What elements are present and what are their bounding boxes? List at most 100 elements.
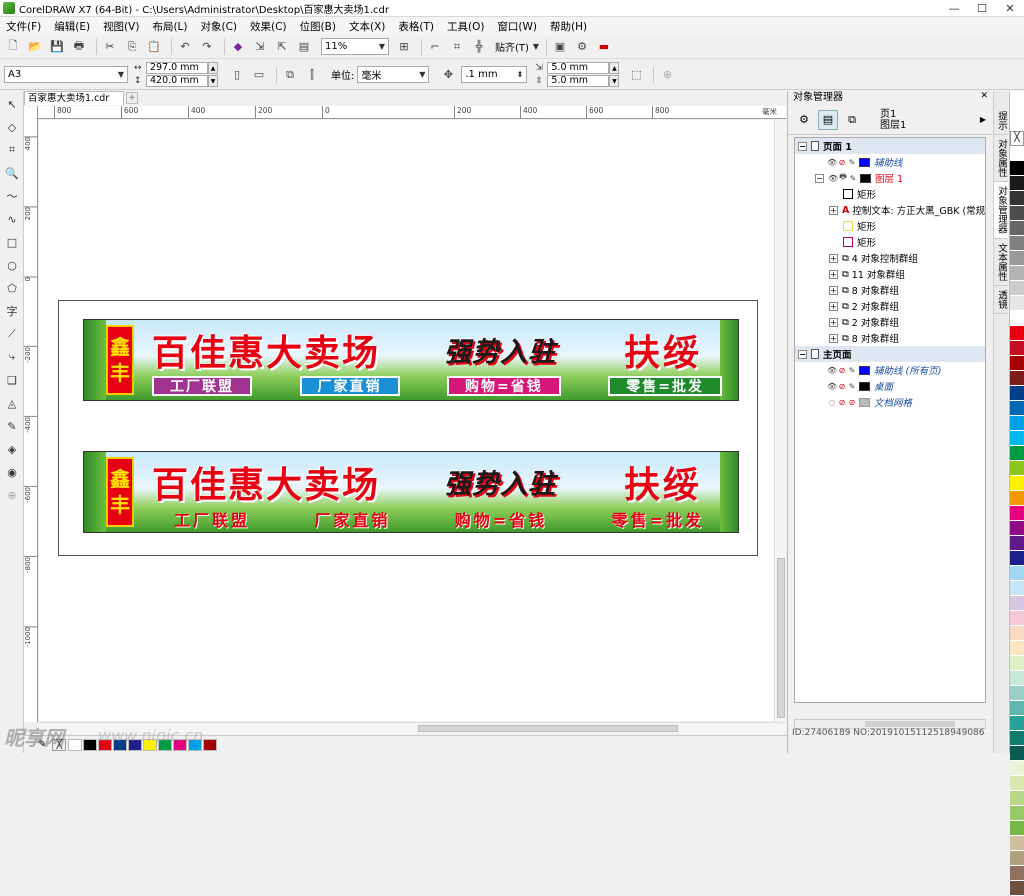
page-height-field[interactable]: 420.0 mm [146,75,208,87]
palette-color-swatch[interactable] [1010,836,1024,851]
tab-text-properties[interactable]: 文本属性 [994,239,1008,286]
palette-color-swatch[interactable] [1010,236,1024,251]
menu-table[interactable]: 表格(T) [398,19,434,34]
menu-edit[interactable]: 编辑(E) [54,19,90,34]
banner-design-1[interactable]: 鑫 丰 百佳惠大卖场 强势入驻 扶绥 工厂联盟 厂家直销 购物=省钱 零售=批发 [83,319,739,401]
paste-icon[interactable]: 📋 [145,38,163,56]
treat-as-filled-icon[interactable]: ⬚ [627,66,645,84]
portrait-icon[interactable]: ▯ [228,66,246,84]
menu-layout[interactable]: 布局(L) [152,19,187,34]
docker-close-icon[interactable]: ✕ [980,91,988,101]
close-button[interactable]: ✕ [996,0,1024,16]
pencil-icon[interactable]: ✎ [847,158,857,167]
no-color-swatch[interactable]: ╳ [1010,131,1024,146]
new-tab-button[interactable]: + [126,92,138,104]
palette-color-swatch[interactable] [1010,686,1024,701]
palette-color-swatch[interactable] [1010,641,1024,656]
page-size-select[interactable]: A3 ▼ [4,66,128,83]
scrollbar-thumb[interactable] [777,558,785,718]
palette-color-swatch[interactable] [1010,176,1024,191]
options-icon[interactable]: ⚙ [573,38,591,56]
palette-color-swatch[interactable] [1010,341,1024,356]
tree-group-6[interactable]: + ⧉ 8 对象群组 [795,330,985,346]
palette-color-swatch[interactable] [1010,611,1024,626]
pencil-icon[interactable]: ✎ [847,382,857,391]
landscape-icon[interactable]: ▭ [250,66,268,84]
duplicate-x-field[interactable]: 5.0 mm [547,62,610,74]
palette-color-swatch[interactable] [1010,866,1024,881]
palette-color-swatch[interactable] [1010,701,1024,716]
page-width-field[interactable]: 297.0 mm [146,62,208,74]
print-disabled-icon[interactable]: ⊘ [837,366,847,375]
menu-text[interactable]: 文本(X) [349,19,385,34]
tree-group-2[interactable]: + ⧉ 11 对象群组 [795,266,985,282]
menu-view[interactable]: 视图(V) [103,19,139,34]
tree-layer-1[interactable]: − 👁 🖶 ✎ 图层 1 [795,170,985,186]
palette-color-swatch[interactable] [1010,431,1024,446]
palette-color-swatch[interactable] [1010,731,1024,746]
interactive-fill-icon[interactable]: ◈ [2,439,22,459]
palette-color-swatch[interactable] [1010,191,1024,206]
tree-group-4[interactable]: + ⧉ 2 对象群组 [795,298,985,314]
docker-menu-icon[interactable]: ▶ [980,115,986,124]
dup-y-spinner[interactable]: ▼ [609,75,620,87]
all-pages-icon[interactable]: ⧉ [281,66,299,84]
drop-shadow-icon[interactable]: ❏ [2,370,22,390]
tree-master-page[interactable]: − 主页面 [795,346,985,362]
printer-icon[interactable]: 🖶 [838,171,848,185]
edit-across-layers-icon[interactable]: ⧉ [842,110,862,130]
import-icon[interactable]: ⇲ [251,38,269,56]
tab-hints[interactable]: 提示 [994,107,1008,135]
palette-color-swatch[interactable] [1010,311,1024,326]
nudge-distance-field[interactable]: .1 mm ⬍ [461,66,528,83]
palette-color-swatch[interactable] [1010,551,1024,566]
palette-color-swatch[interactable] [1010,566,1024,581]
menu-bitmaps[interactable]: 位图(B) [300,19,336,34]
menu-effects[interactable]: 效果(C) [250,19,287,34]
zoom-level-select[interactable]: 11% ▼ [321,38,389,55]
palette-color-swatch[interactable] [1010,161,1024,176]
add-icon[interactable]: ⊕ [658,66,676,84]
palette-color-swatch[interactable] [1010,671,1024,686]
expand-icon[interactable]: + [829,269,838,279]
add-tool-icon[interactable]: ⊕ [2,485,22,505]
print-disabled-icon[interactable]: ⊘ [837,158,847,167]
polygon-tool-icon[interactable]: ⬠ [2,278,22,298]
publish-pdf-icon[interactable]: ▤ [295,38,313,56]
transparency-tool-icon[interactable]: ◬ [2,393,22,413]
connector-tool-icon[interactable]: ⤷ [2,347,22,367]
palette-color-swatch[interactable] [1010,791,1024,806]
tab-lens[interactable]: 透镜 [994,286,1008,314]
palette-color-swatch[interactable] [1010,296,1024,311]
palette-color-swatch[interactable] [1010,146,1024,161]
palette-color-swatch[interactable] [1010,281,1024,296]
palette-color-swatch[interactable] [1010,596,1024,611]
menu-tools[interactable]: 工具(O) [447,19,484,34]
palette-color-swatch[interactable] [1010,581,1024,596]
layer-manager-view-icon[interactable]: ▤ [818,109,838,130]
palette-color-swatch[interactable] [1010,416,1024,431]
search-content-icon[interactable]: ◆ [229,38,247,56]
duplicate-y-field[interactable]: 5.0 mm [547,75,610,87]
eye-icon[interactable]: 👁 [828,174,838,183]
tree-control-text[interactable]: + A 控制文本: 方正大黑_GBK (常规 [795,202,985,218]
tree-guides-layer[interactable]: 👁 ⊘ ✎ 辅助线 [795,154,985,170]
menu-window[interactable]: 窗口(W) [497,19,537,34]
palette-color-swatch[interactable] [1010,746,1024,761]
tree-master-desktop[interactable]: 👁 ⊘ ✎ 桌面 [795,378,985,394]
palette-color-swatch[interactable] [1010,491,1024,506]
collapse-icon[interactable]: − [798,349,807,359]
show-grid-icon[interactable]: ⌗ [448,38,466,56]
welcome-screen-icon[interactable]: ▣ [551,38,569,56]
palette-color-swatch[interactable] [1010,761,1024,776]
palette-color-swatch[interactable] [1010,251,1024,266]
eyedropper-icon[interactable]: ✎ [2,416,22,436]
tab-object-manager[interactable]: 对象管理器 [994,182,1008,239]
ellipse-tool-icon[interactable]: ○ [2,255,22,275]
collapse-icon[interactable]: − [815,173,824,183]
new-document-icon[interactable]: 🗋 [4,38,22,56]
scrollbar-thumb[interactable] [418,725,678,732]
palette-color-swatch[interactable] [1010,266,1024,281]
palette-color-swatch[interactable] [1010,626,1024,641]
minimize-button[interactable]: — [940,0,968,16]
